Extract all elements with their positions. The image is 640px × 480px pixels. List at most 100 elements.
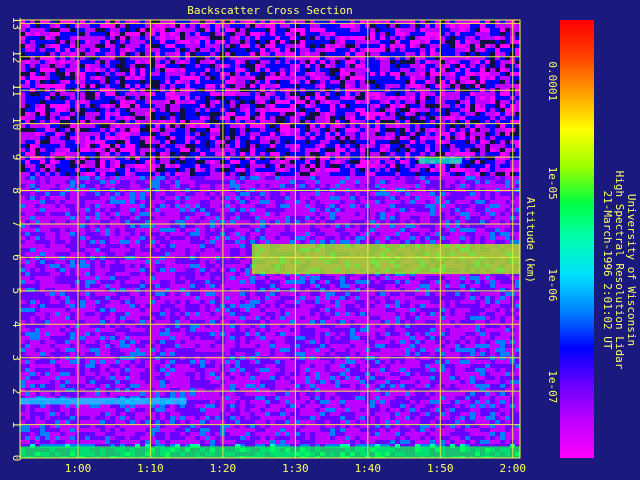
heatmap-cell [85,180,90,184]
heatmap-cell [330,36,335,40]
heatmap-cell [205,40,210,44]
heatmap-cell [145,204,150,208]
heatmap-cell [455,108,460,112]
backscatter-figure: Backscatter Cross Section 01234567891011… [10,4,638,475]
heatmap-cell [455,124,460,128]
heatmap-cell [30,192,35,196]
heatmap-cell [265,196,270,200]
heatmap-cell [390,140,395,144]
heatmap-cell [140,104,145,108]
heatmap-cell [30,160,35,164]
heatmap-cell [435,184,440,188]
heatmap-cell [190,60,195,64]
heatmap-cell [310,196,315,200]
heatmap-cell [435,28,440,32]
heatmap-cell [135,76,140,80]
heatmap-cell [260,188,265,192]
heatmap-cell [80,196,85,200]
heatmap-cell [395,44,400,48]
heatmap-cell [170,60,175,64]
heatmap-cell [25,108,30,112]
heatmap-cell [495,24,500,28]
heatmap-cell [210,60,215,64]
heatmap-cell [200,44,205,48]
heatmap-cell [195,44,200,48]
heatmap-cell [140,80,145,84]
heatmap-cell [85,200,90,204]
heatmap-cell [460,40,465,44]
heatmap-cell [20,164,25,168]
heatmap-cell [410,188,415,192]
heatmap-cell [325,60,330,64]
heatmap-cell [480,132,485,136]
heatmap-cell [265,188,270,192]
heatmap-cell [245,176,250,180]
heatmap-cell [290,28,295,32]
heatmap-cell [175,72,180,76]
heatmap-cell [505,136,510,140]
heatmap-cell [445,124,450,128]
heatmap-cell [275,144,280,148]
heatmap-cell [50,160,55,164]
heatmap-cell [215,188,220,192]
heatmap-cell [265,80,270,84]
heatmap-cell [35,68,40,72]
heatmap-cell [450,96,455,100]
heatmap-cell [145,188,150,192]
heatmap-cell [300,100,305,104]
heatmap-cell [60,192,65,196]
heatmap-cell [455,184,460,188]
heatmap-cell [130,44,135,48]
heatmap-cell [55,64,60,68]
heatmap-cell [270,84,275,88]
heatmap-cell [20,212,25,216]
heatmap-cell [50,72,55,76]
heatmap-cell [375,132,380,136]
heatmap-cell [50,176,55,180]
heatmap-cell [485,172,490,176]
heatmap-cell [470,140,475,144]
heatmap-cell [340,160,345,164]
heatmap-cell [470,208,475,212]
heatmap-cell [420,80,425,84]
heatmap-cell [120,204,125,208]
heatmap-cell [485,148,490,152]
heatmap-cell [115,132,120,136]
heatmap-cell [175,128,180,132]
heatmap-cell [350,28,355,32]
heatmap-cell [85,152,90,156]
heatmap-cell [280,108,285,112]
heatmap-cell [225,60,230,64]
heatmap-cell [460,148,465,152]
heatmap-cell [460,108,465,112]
heatmap-cell [480,124,485,128]
heatmap-cell [85,104,90,108]
heatmap-cell [415,104,420,108]
heatmap-cell [65,68,70,72]
heatmap-cell [130,180,135,184]
heatmap-cell [465,68,470,72]
heatmap-cell [85,132,90,136]
heatmap-cell [90,108,95,112]
heatmap-cell [330,112,335,116]
heatmap-cell [460,176,465,180]
heatmap-cell [420,72,425,76]
heatmap-cell [380,168,385,172]
heatmap-cell [360,144,365,148]
heatmap-cell [190,76,195,80]
heatmap-cell [360,24,365,28]
heatmap-cell [340,148,345,152]
heatmap-cell [435,80,440,84]
heatmap-cell [255,64,260,68]
heatmap-cell [490,92,495,96]
heatmap-cell [120,40,125,44]
heatmap-cell [125,68,130,72]
heatmap-cell [505,84,510,88]
heatmap-cell [125,176,130,180]
heatmap-cell [405,64,410,68]
heatmap-cell [335,140,340,144]
heatmap-cell [380,84,385,88]
heatmap-cell [285,140,290,144]
heatmap-cell [305,44,310,48]
heatmap-cell [190,164,195,168]
